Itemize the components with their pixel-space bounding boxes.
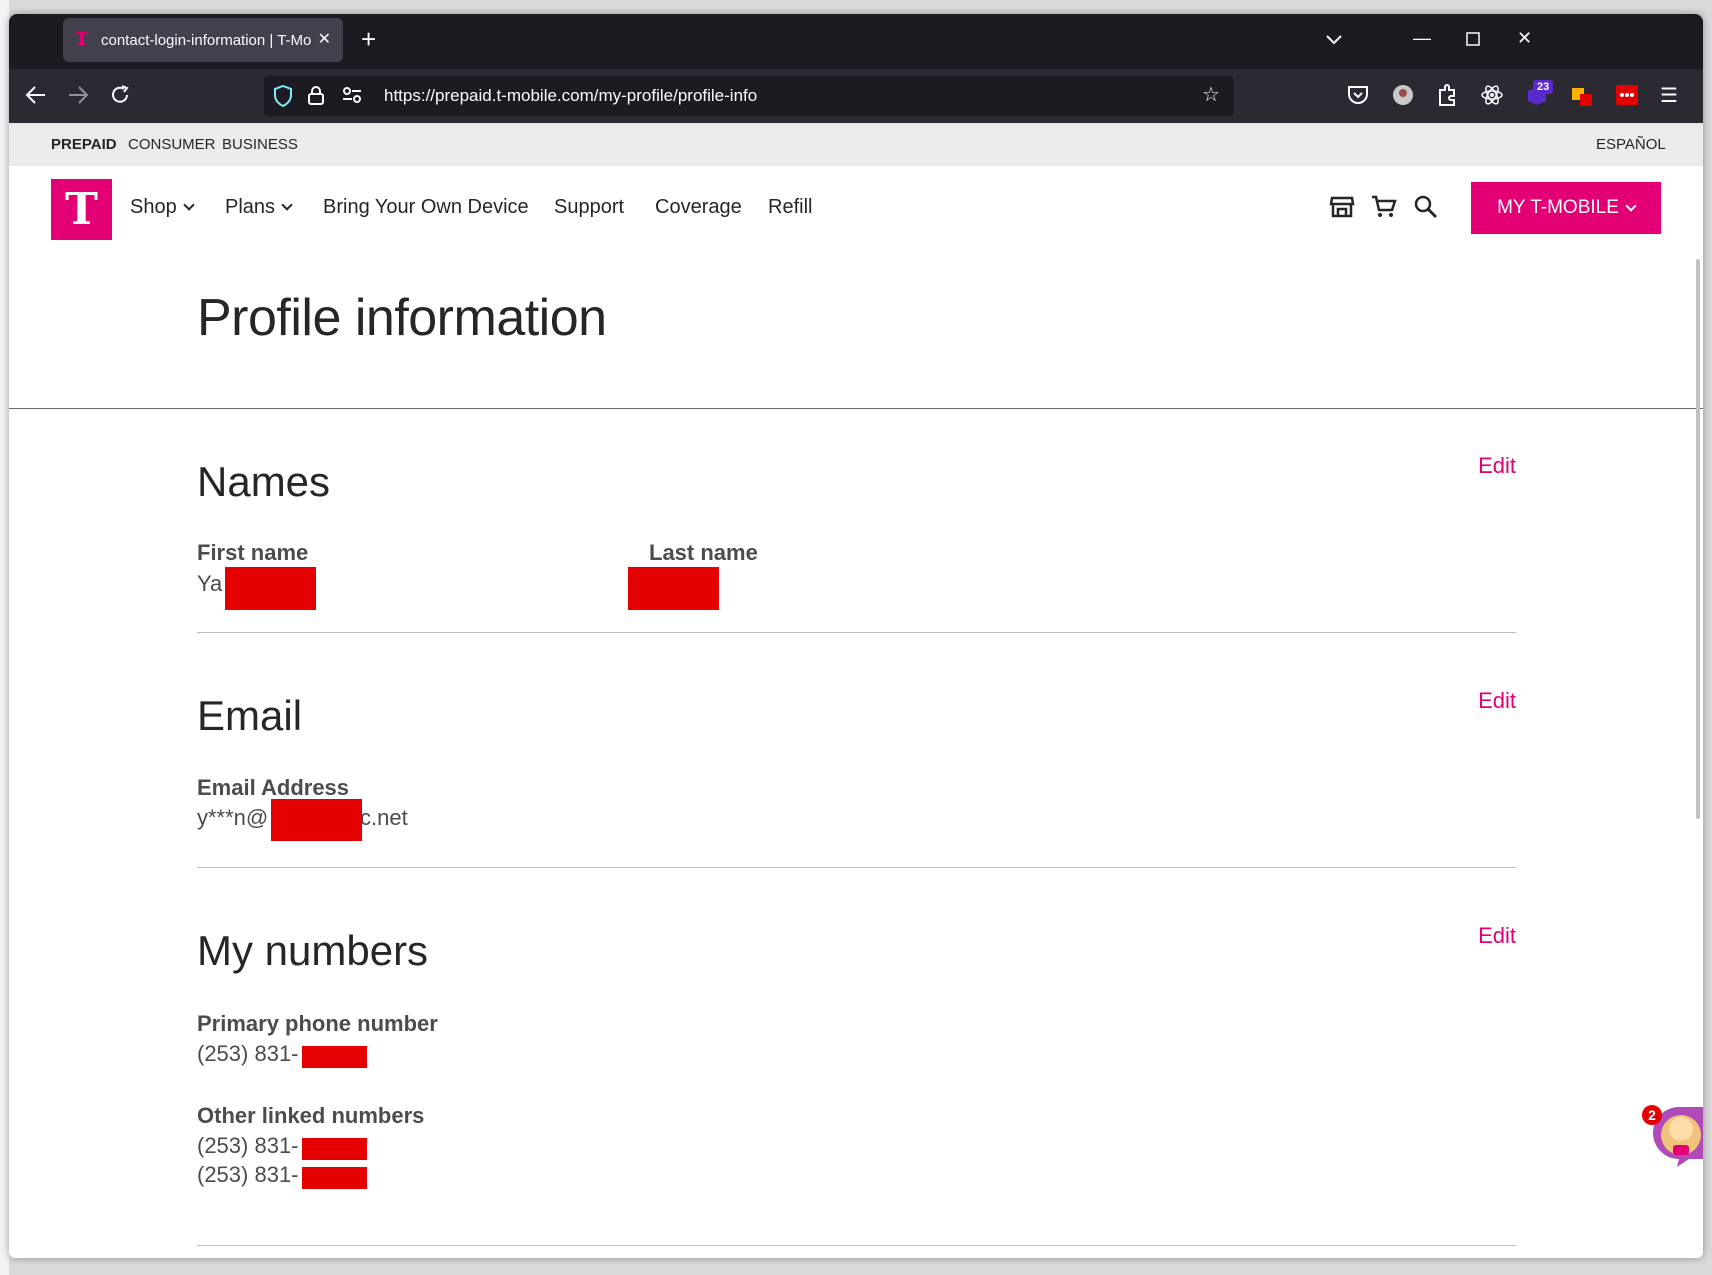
email-edit-link[interactable]: Edit [1478, 688, 1516, 714]
site-header: T Shop Plans Bring Your Own Device Suppo… [9, 166, 1703, 246]
other-number-value: (253) 831- [197, 1133, 299, 1158]
nav-byod-label: Bring Your Own Device [323, 196, 529, 218]
first-name-value: Ya [197, 571, 223, 596]
section-divider [197, 867, 1516, 868]
url-text: https://prepaid.t-mobile.com/my-profile/… [384, 86, 758, 105]
numbers-section: My numbers Edit Primary phone number (25… [197, 913, 1516, 1253]
address-bar[interactable]: https://prepaid.t-mobile.com/my-profile/… [264, 76, 1234, 116]
my-tmobile-label: MY T-MOBILE [1497, 197, 1619, 218]
search-icon[interactable] [1413, 194, 1441, 222]
nav-coverage[interactable]: Coverage [655, 196, 742, 219]
background-window-strip [0, 0, 9, 1275]
bookmark-star-icon[interactable]: ☆ [1202, 84, 1220, 106]
nav-byod[interactable]: Bring Your Own Device [323, 196, 529, 219]
utility-link-prepaid[interactable]: PREPAID [51, 136, 117, 153]
other-numbers-label: Other linked numbers [197, 1103, 425, 1128]
my-tmobile-button[interactable]: MY T-MOBILE [1471, 182, 1661, 234]
chevron-down-icon [1625, 199, 1637, 212]
language-toggle[interactable]: ESPAÑOL [1596, 136, 1666, 153]
active-tab[interactable]: T contact-login-information | T-Mobile ✕ [63, 18, 343, 62]
redaction-box [302, 1167, 367, 1189]
pocket-icon[interactable] [1347, 85, 1369, 110]
email-heading: Email [197, 692, 303, 739]
chevron-down-icon [281, 199, 293, 211]
names-section: Names Edit First name Ya Last name [197, 443, 1516, 633]
chat-notification-badge: 2 [1642, 1105, 1662, 1125]
title-divider [9, 408, 1703, 409]
names-heading: Names [197, 458, 331, 505]
tmobile-favicon-icon: T [75, 29, 89, 50]
nav-refill[interactable]: Refill [768, 196, 812, 219]
close-window-button[interactable]: ✕ [1517, 28, 1532, 48]
react-devtools-icon[interactable] [1481, 84, 1503, 111]
extensions-puzzle-icon[interactable] [1437, 84, 1457, 111]
page-scrollbar[interactable] [1696, 259, 1700, 819]
email-address-label: Email Address [197, 775, 350, 800]
lock-icon[interactable] [308, 85, 324, 110]
extension-count-badge: 23 [1533, 80, 1554, 94]
utility-link-consumer[interactable]: CONSUMER [128, 136, 216, 153]
email-value-prefix: y***n@ [197, 805, 269, 830]
new-tab-button[interactable]: + [361, 26, 376, 52]
names-edit-link[interactable]: Edit [1478, 453, 1516, 479]
redaction-box [302, 1138, 367, 1160]
nav-shop[interactable]: Shop [130, 196, 195, 219]
nav-plans-label: Plans [225, 196, 276, 218]
forward-arrow-icon[interactable] [67, 85, 89, 110]
store-icon[interactable] [1329, 194, 1357, 222]
page-content: PREPAID CONSUMER BUSINESS ESPAÑOL T Shop… [9, 123, 1703, 1258]
primary-number-value: (253) 831- [197, 1041, 299, 1066]
first-name-label: First name [197, 540, 309, 565]
tab-strip: T contact-login-information | T-Mobile ✕… [9, 14, 1703, 69]
section-divider [197, 1245, 1516, 1246]
tab-close-icon[interactable]: ✕ [318, 29, 331, 49]
reload-icon[interactable] [109, 84, 131, 111]
utility-bar: PREPAID CONSUMER BUSINESS ESPAÑOL [9, 123, 1703, 166]
redaction-box [271, 799, 362, 841]
nav-plans[interactable]: Plans [225, 196, 293, 219]
back-arrow-icon[interactable] [25, 85, 47, 110]
browser-window: T contact-login-information | T-Mobile ✕… [9, 14, 1703, 1258]
nav-support-label: Support [554, 196, 625, 218]
chevron-down-icon [183, 199, 195, 211]
redaction-box [628, 567, 719, 610]
hamburger-menu-icon[interactable]: ☰ [1660, 85, 1678, 107]
numbers-heading: My numbers [197, 927, 429, 974]
nav-coverage-label: Coverage [655, 196, 742, 218]
tab-title: contact-login-information | T-Mobile [101, 31, 311, 49]
permissions-icon[interactable] [342, 86, 362, 109]
redaction-box [225, 567, 316, 610]
primary-number-label: Primary phone number [197, 1011, 438, 1036]
page-title: Profile information [197, 289, 607, 347]
other-number-value: (253) 831- [197, 1162, 299, 1187]
maximize-window-button[interactable] [1466, 30, 1480, 50]
nav-support[interactable]: Support [554, 196, 624, 219]
nav-shop-label: Shop [130, 196, 177, 218]
multi-color-extension-icon[interactable] [1571, 85, 1593, 112]
tracking-protection-shield-icon[interactable] [274, 84, 292, 112]
email-value-suffix: c.net [360, 805, 408, 830]
list-tabs-chevron-icon[interactable] [1325, 30, 1343, 50]
minimize-window-button[interactable]: — [1413, 28, 1431, 48]
section-divider [197, 632, 1516, 633]
numbers-edit-link[interactable]: Edit [1478, 923, 1516, 949]
nav-refill-label: Refill [768, 196, 813, 218]
tmobile-logo[interactable]: T [51, 179, 112, 240]
last-name-label: Last name [649, 540, 758, 565]
redaction-box [302, 1046, 367, 1068]
profile-avatar-icon[interactable] [1392, 84, 1414, 111]
email-section: Email Edit Email Address y***n@ c.net [197, 678, 1516, 868]
cart-icon[interactable] [1371, 194, 1399, 222]
nav-toolbar: https://prepaid.t-mobile.com/my-profile/… [9, 69, 1703, 123]
utility-link-business[interactable]: BUSINESS [222, 136, 298, 153]
password-manager-icon[interactable] [1616, 85, 1638, 110]
